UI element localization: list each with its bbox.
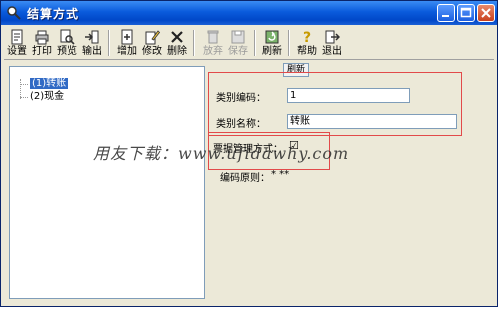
toolbar-label: 增加 bbox=[117, 46, 137, 57]
encoding-rule-value: * ** bbox=[271, 169, 290, 180]
refresh-icon bbox=[265, 30, 279, 44]
toolbar-label: 退出 bbox=[322, 46, 342, 57]
toolbar-label: 输出 bbox=[82, 46, 102, 57]
toolbar-button-edit[interactable]: 修改 bbox=[141, 28, 163, 58]
tree-item-transfer[interactable]: (1)转账 bbox=[30, 78, 69, 90]
window-title: 结算方式 bbox=[27, 7, 80, 21]
code-label: 类别编码： bbox=[216, 93, 266, 104]
export-icon bbox=[85, 30, 99, 44]
toolbar-label: 预览 bbox=[57, 46, 77, 57]
minimize-button[interactable] bbox=[437, 4, 455, 22]
watermark: 用友下载：www.ufidawhy.com bbox=[93, 144, 350, 163]
edit-icon bbox=[145, 30, 160, 45]
page-setup-icon bbox=[11, 29, 23, 45]
delete-icon bbox=[171, 31, 183, 43]
maximize-button[interactable] bbox=[457, 4, 475, 22]
save-icon bbox=[231, 30, 245, 44]
toolbar-label: 设置 bbox=[7, 46, 27, 57]
name-input[interactable]: 转账 bbox=[287, 114, 457, 129]
toolbar-label: 帮助 bbox=[297, 46, 317, 57]
title-bar[interactable]: 结算方式 bbox=[1, 1, 497, 25]
toolbar-button-preview[interactable]: 预览 bbox=[56, 28, 78, 58]
toolbar-separator bbox=[254, 30, 256, 56]
toolbar-label: 打印 bbox=[32, 46, 52, 57]
toolbar-separator bbox=[288, 30, 290, 56]
toolbar-button-print[interactable]: 打印 bbox=[31, 28, 53, 58]
toolbar-separator bbox=[108, 30, 110, 56]
tree-item-cash[interactable]: (2)现金 bbox=[30, 91, 64, 103]
code-input[interactable]: 1 bbox=[287, 88, 410, 103]
toolbar-label: 修改 bbox=[142, 46, 162, 57]
add-icon bbox=[121, 29, 133, 45]
printer-icon bbox=[35, 30, 49, 45]
toolbar-button-settings[interactable]: 设置 bbox=[6, 28, 28, 58]
toolbar-button-help[interactable]: ? 帮助 bbox=[296, 28, 318, 58]
tree-item-label: (2)现金 bbox=[30, 91, 65, 102]
tree-item-label: (1)转账 bbox=[30, 78, 69, 89]
help-icon: ? bbox=[303, 30, 311, 45]
tree-connector bbox=[20, 79, 21, 99]
close-icon bbox=[481, 8, 491, 18]
toolbar-label: 删除 bbox=[167, 46, 187, 57]
settlement-window: 结算方式 设置 打印 预览 输出 增加 修改 删除 放弃 保存 刷新 ? 帮助 … bbox=[0, 0, 498, 307]
name-label: 类别名称： bbox=[216, 119, 266, 130]
discard-icon bbox=[207, 30, 219, 44]
toolbar-button-exit[interactable]: 退出 bbox=[321, 28, 343, 58]
search-app-icon bbox=[7, 6, 21, 20]
toolbar-button-export[interactable]: 输出 bbox=[81, 28, 103, 58]
toolbar-separator bbox=[193, 30, 195, 56]
toolbar-button-add[interactable]: 增加 bbox=[116, 28, 138, 58]
toolbar-button-discard[interactable]: 放弃 bbox=[202, 28, 224, 58]
maximize-icon bbox=[460, 7, 472, 18]
toolbar-button-delete[interactable]: 删除 bbox=[166, 28, 188, 58]
category-tree[interactable]: (1)转账 (2)现金 bbox=[9, 66, 205, 299]
exit-icon bbox=[325, 30, 340, 44]
toolbar-button-refresh[interactable]: 刷新 bbox=[261, 28, 283, 58]
svg-text:?: ? bbox=[303, 30, 311, 45]
tree-connector bbox=[20, 84, 28, 85]
toolbar: 设置 打印 预览 输出 增加 修改 删除 放弃 保存 刷新 ? 帮助 退出 bbox=[4, 27, 494, 60]
close-button[interactable] bbox=[477, 4, 495, 22]
encoding-rule-label: 编码原则： bbox=[220, 173, 270, 184]
toolbar-label: 放弃 bbox=[203, 46, 223, 57]
minimize-icon bbox=[442, 15, 449, 17]
preview-icon bbox=[60, 29, 75, 45]
toolbar-button-save[interactable]: 保存 bbox=[227, 28, 249, 58]
toolbar-label: 保存 bbox=[228, 46, 248, 57]
tree-connector bbox=[20, 97, 28, 98]
toolbar-label: 刷新 bbox=[262, 46, 282, 57]
